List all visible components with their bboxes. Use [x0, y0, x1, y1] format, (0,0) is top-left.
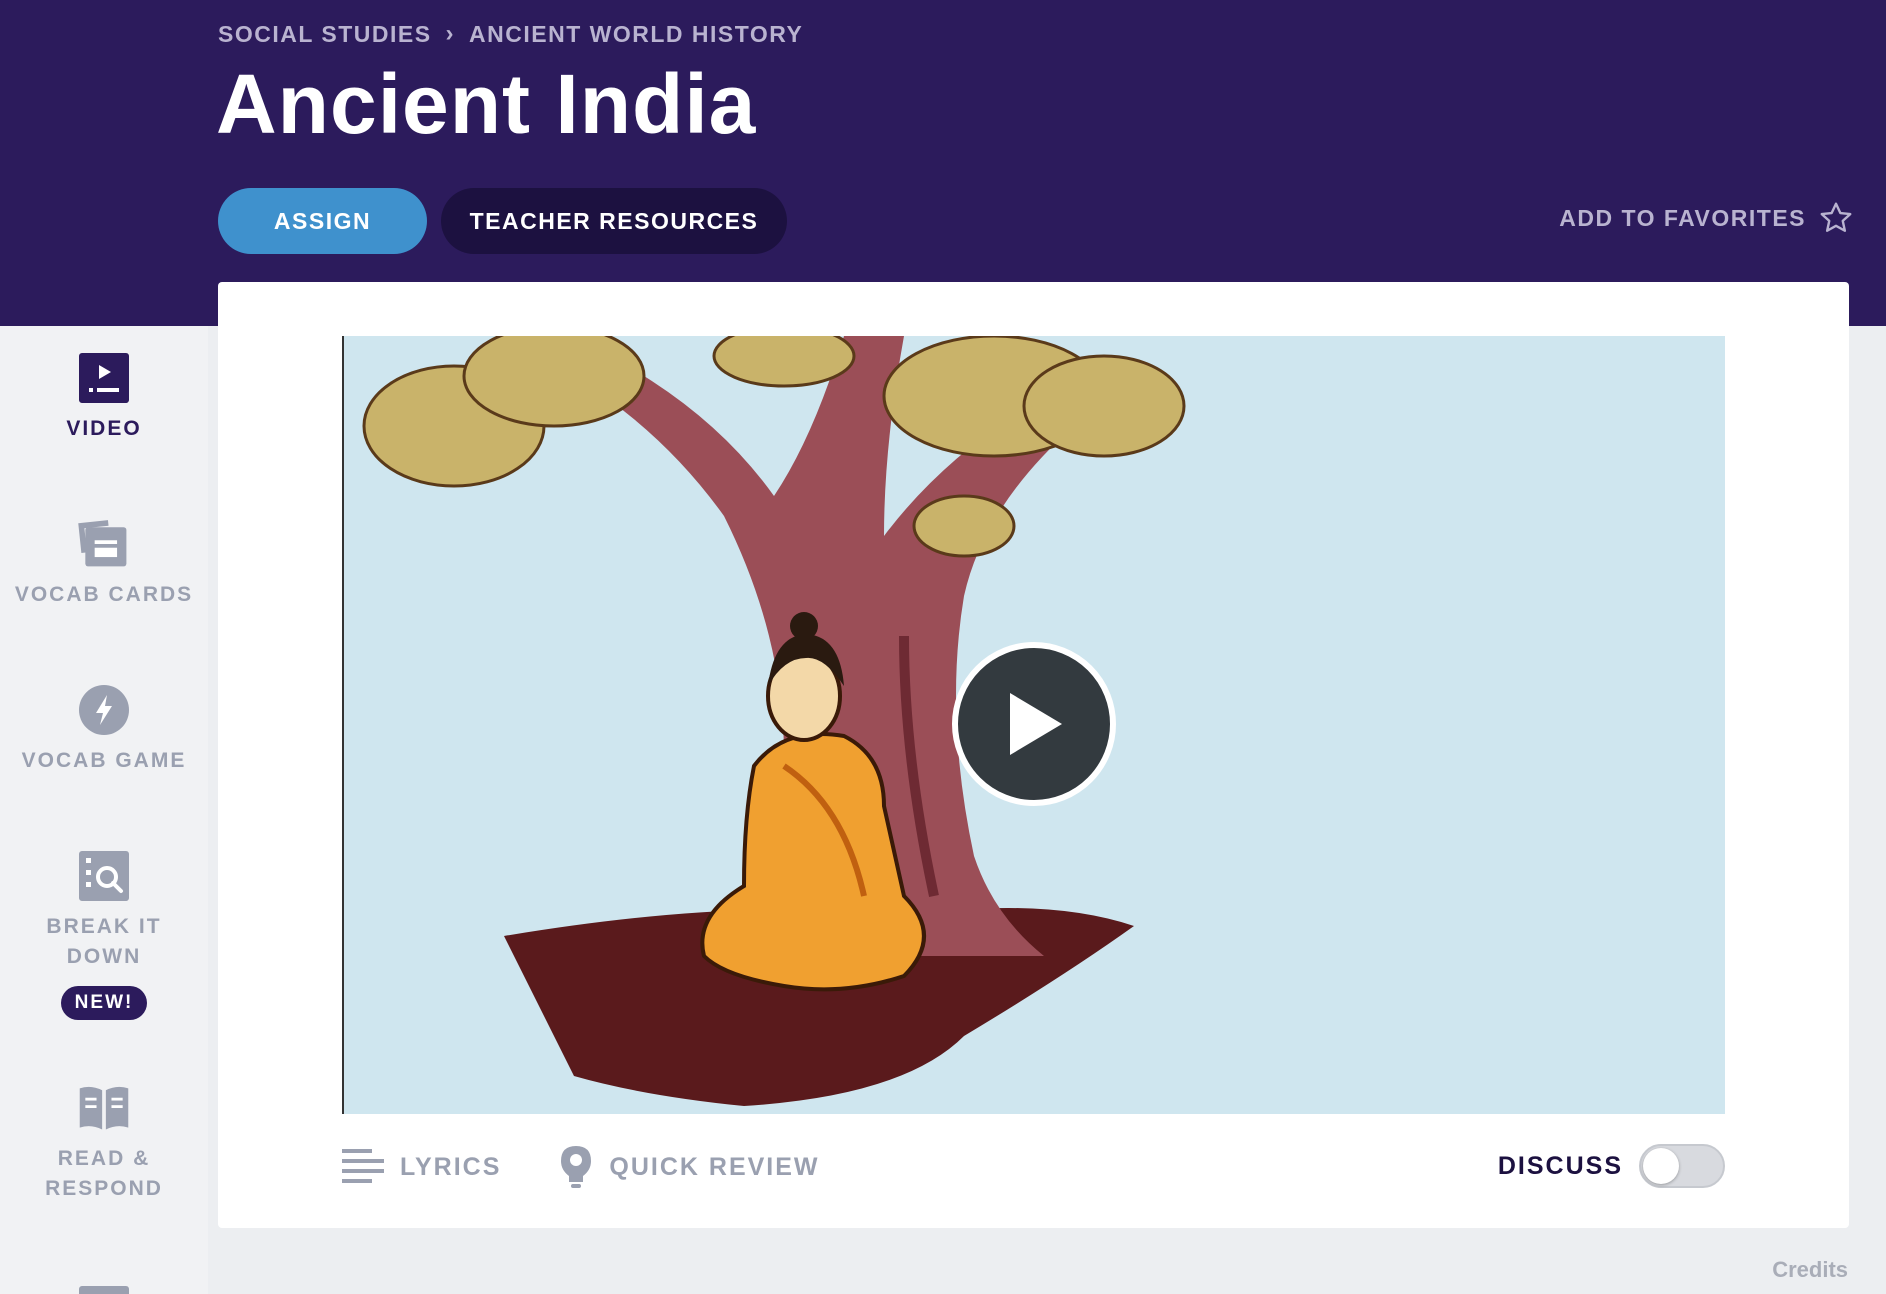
chevron-right-icon: ›: [445, 20, 456, 47]
sidebar: VIDEO VOCAB CARDS VOCAB GAME BREAK IT DO…: [0, 326, 208, 1294]
discuss-control: DISCUSS: [1498, 1144, 1725, 1188]
video-player[interactable]: [342, 336, 1725, 1114]
breadcrumb: SOCIAL STUDIES › ANCIENT WORLD HISTORY: [218, 20, 803, 48]
magnifier-icon: [76, 848, 132, 904]
discuss-label: DISCUSS: [1497, 1151, 1623, 1180]
page-title: Ancient India: [216, 57, 757, 151]
quick-review-label: QUICK REVIEW: [609, 1152, 820, 1181]
sidebar-item-break-it-down[interactable]: BREAK IT DOWN NEW!: [0, 848, 208, 1020]
sidebar-item-label: VOCAB CARDS: [14, 583, 194, 606]
discuss-toggle[interactable]: [1639, 1144, 1725, 1188]
sidebar-item-vocab-game[interactable]: VOCAB GAME: [0, 682, 208, 776]
add-to-favorites-label: ADD TO FAVORITES: [1559, 204, 1806, 231]
toggle-knob: [1643, 1148, 1679, 1184]
sidebar-item-label: BREAK IT DOWN: [46, 915, 162, 968]
lyrics-button[interactable]: LYRICS: [342, 1147, 501, 1187]
video-card: LYRICS QUICK REVIEW DISCUSS: [218, 282, 1849, 1228]
lyrics-label: LYRICS: [400, 1152, 502, 1181]
add-to-favorites-button[interactable]: ADD TO FAVORITES: [1559, 200, 1854, 236]
sidebar-item-label: VOCAB GAME: [21, 749, 187, 772]
vocab-cards-icon: [76, 516, 132, 572]
sidebar-item-label: VIDEO: [66, 417, 142, 440]
credits-link[interactable]: Credits: [1772, 1257, 1848, 1283]
star-outline-icon: [1820, 202, 1852, 232]
sidebar-item-vocab-cards[interactable]: VOCAB CARDS: [0, 516, 208, 610]
lightning-icon: [76, 682, 132, 738]
page-header: SOCIAL STUDIES › ANCIENT WORLD HISTORY A…: [0, 0, 1886, 326]
lightbulb-icon: [561, 1146, 592, 1188]
assign-button[interactable]: ASSIGN: [218, 188, 427, 254]
quick-review-button[interactable]: QUICK REVIEW: [559, 1144, 819, 1190]
sidebar-item-label: READ & RESPOND: [45, 1147, 163, 1200]
breadcrumb-social-studies[interactable]: SOCIAL STUDIES: [218, 21, 432, 48]
play-button[interactable]: [952, 642, 1116, 806]
document-icon: [76, 1272, 132, 1294]
sidebar-item-more[interactable]: [0, 1272, 208, 1294]
teacher-resources-button[interactable]: TEACHER RESOURCES: [441, 188, 787, 254]
video-tools: LYRICS QUICK REVIEW: [342, 1144, 878, 1190]
breadcrumb-ancient-world-history[interactable]: ANCIENT WORLD HISTORY: [469, 21, 803, 48]
sidebar-item-read-respond[interactable]: READ & RESPOND: [0, 1080, 208, 1204]
open-book-icon: [76, 1080, 132, 1136]
sidebar-item-video[interactable]: VIDEO: [0, 350, 208, 444]
lines-icon: [342, 1149, 384, 1183]
play-icon: [1010, 693, 1062, 755]
video-play-icon: [76, 350, 132, 406]
new-badge: NEW!: [60, 986, 148, 1020]
